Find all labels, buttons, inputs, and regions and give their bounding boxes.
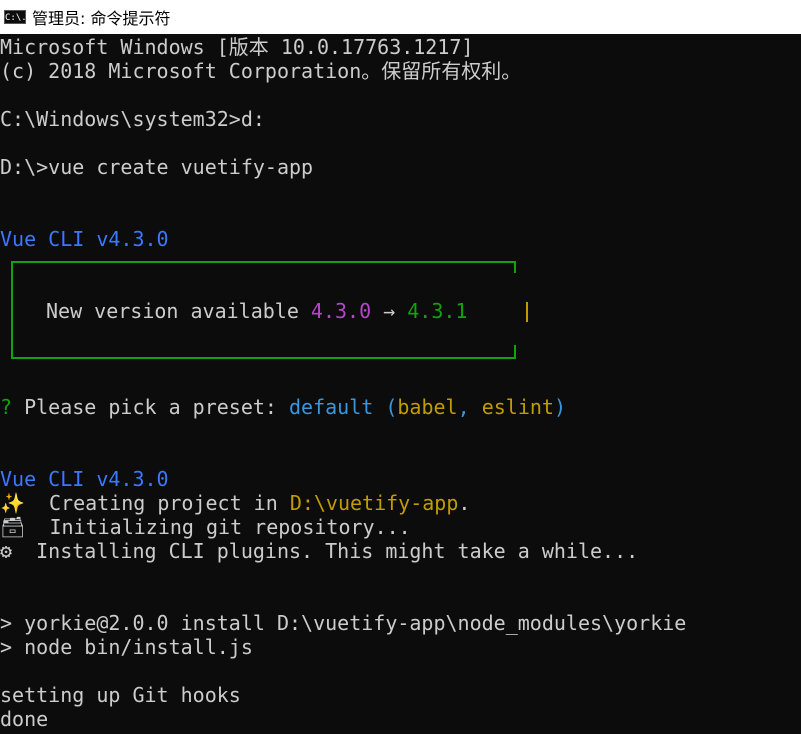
console-line: ⚙ Installing CLI plugins. This might tak… xyxy=(0,539,639,563)
update-box-left xyxy=(11,273,13,345)
console-line: D:\>vue create vuetify-app xyxy=(0,155,314,179)
console-line: Microsoft Windows [版本 10.0.17763.1217] xyxy=(0,35,474,59)
preset-eslint: eslint xyxy=(481,395,554,419)
period: . xyxy=(458,491,471,515)
preset-comma: , xyxy=(457,395,482,419)
preset-paren-close: ) xyxy=(553,395,566,419)
preset-babel: babel xyxy=(397,395,458,419)
question-mark: ? xyxy=(0,395,13,419)
update-box-bottom xyxy=(11,345,516,359)
window-title: 管理员: 命令提示符 xyxy=(32,9,171,28)
preset-prompt: Please pick a preset: xyxy=(12,395,289,419)
update-line: New version available 4.3.0 → 4.3.1 xyxy=(46,299,467,323)
update-box-top xyxy=(11,261,516,273)
console-output[interactable]: Microsoft Windows [版本 10.0.17763.1217] (… xyxy=(0,34,801,734)
preset-paren-open: ( xyxy=(373,395,398,419)
project-path: D:\vuetify-app xyxy=(289,491,459,515)
creating-text: ✨ Creating project in xyxy=(0,491,290,515)
new-version: 4.3.1 xyxy=(407,299,468,323)
update-box-right xyxy=(526,302,528,322)
console-line: > node bin/install.js xyxy=(0,635,253,659)
preset-line: ? Please pick a preset: default (babel, … xyxy=(0,395,566,419)
creating-line: ✨ Creating project in D:\vuetify-app. xyxy=(0,491,470,515)
console-line: Vue CLI v4.3.0 xyxy=(0,227,169,251)
arrow: → xyxy=(371,299,408,323)
console-line: C:\Windows\system32>d: xyxy=(0,107,265,131)
preset-default: default xyxy=(289,395,374,419)
console-line: 🗃 Initializing git repository... xyxy=(0,515,411,539)
title-bar[interactable]: C:\. 管理员: 命令提示符 xyxy=(0,0,801,34)
console-line: Vue CLI v4.3.0 xyxy=(0,467,169,491)
update-text: New version available xyxy=(46,299,311,323)
console-line: (c) 2018 Microsoft Corporation。保留所有权利。 xyxy=(0,59,522,83)
cmd-icon: C:\. xyxy=(4,10,27,24)
console-line: setting up Git hooks xyxy=(0,683,241,707)
console-line: > yorkie@2.0.0 install D:\vuetify-app\no… xyxy=(0,611,687,635)
current-version: 4.3.0 xyxy=(310,299,372,323)
console-line: done xyxy=(0,707,49,731)
